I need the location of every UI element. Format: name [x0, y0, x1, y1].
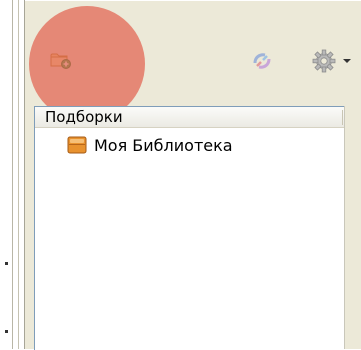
collections-column-header[interactable]: Подборки [35, 107, 345, 128]
separator-line [18, 0, 19, 349]
collection-item-my-library[interactable]: Моя Библиотека [35, 131, 345, 159]
collections-toolbar [25, 0, 361, 122]
separator-line [12, 0, 13, 349]
library-icon [67, 136, 87, 154]
gear-icon [312, 49, 335, 73]
chevron-down-icon [342, 59, 351, 63]
collections-pane: Подборки Моя Библиотека [25, 0, 361, 350]
collection-item-label: Моя Библиотека [94, 135, 233, 155]
column-header-label: Подборки [45, 108, 123, 126]
sync-button[interactable] [247, 47, 277, 75]
new-collection-button[interactable] [47, 48, 75, 72]
collections-tree[interactable]: Подборки Моя Библиотека [34, 106, 345, 350]
tree-right-edge [344, 106, 345, 349]
actions-menu-button[interactable] [304, 46, 358, 76]
sync-icon [253, 53, 271, 69]
column-divider [342, 110, 343, 125]
folder-add-icon [50, 53, 71, 69]
edge-mark [5, 262, 8, 265]
edge-mark [5, 330, 8, 333]
adjacent-window-edge [0, 0, 12, 349]
